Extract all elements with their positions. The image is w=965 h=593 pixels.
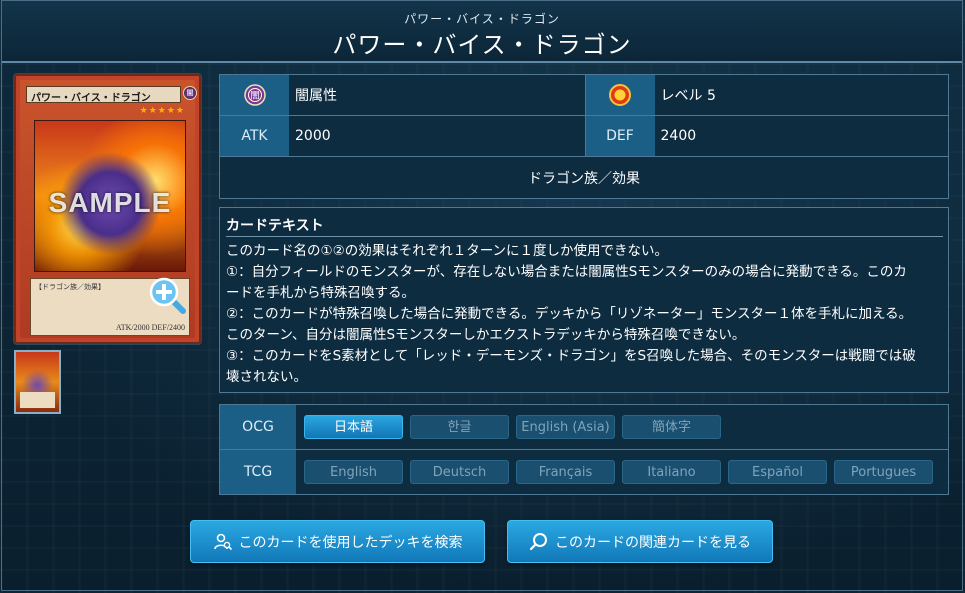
card-text-line: ①：自分フィールドのモンスターが、存在しない場合または闇属性Sモンスターのみの場… [226,264,907,280]
def-cell: DEF 2400 [584,116,948,156]
card-attribute-icon: 闇 [183,86,197,100]
card-name-title: パワー・バイス・ドラゴン [332,31,632,59]
attribute-cell: 闇 闇属性 [220,75,585,115]
dark-attribute-icon: 闇 [243,84,266,106]
info-row-attribute-level: 闇 闇属性 レベル 5 [220,75,948,116]
card-stats-line: ATK/2000 DEF/2400 [115,323,185,332]
lang-button-italiano[interactable]: Italiano [622,460,721,484]
card-text-box: カードテキスト このカード名の①②の効果はそれぞれ１ターンに１度しか使用できない… [219,207,949,393]
lang-button-francais[interactable]: Français [516,460,615,484]
def-value: 2400 [654,116,948,156]
lang-button-english-asia[interactable]: English (Asia) [516,415,615,439]
tcg-language-buttons: English Deutsch Français Italiano Españo… [296,450,948,494]
def-label: DEF [585,116,655,156]
level-label [585,75,655,115]
tcg-label: TCG [220,450,296,494]
card-image[interactable]: パワー・バイス・ドラゴン 闇 ★★★★★ SAMPLE 【ドラゴン族／効果】 A… [14,74,201,344]
atk-label: ATK [220,116,289,156]
card-text-line: 壊されない。 [226,369,307,385]
card-artwork: SAMPLE [34,120,186,272]
zoom-in-icon[interactable] [148,276,186,314]
card-text-line: ③：このカードをS素材として「レッド・デーモンズ・ドラゴン」をS召喚した場合、そ… [226,348,916,364]
info-row-type: ドラゴン族／効果 [220,157,948,198]
related-cards-label: このカードの関連カードを見る [555,534,751,551]
card-image-name: パワー・バイス・ドラゴン [26,86,181,104]
attribute-value: 闇属性 [289,75,585,115]
ocg-language-buttons: 日本語 한글 English (Asia) 簡体字 [296,405,948,449]
card-text-line: ードを手札から特殊召喚する。 [226,285,415,301]
lang-button-simplified-chinese[interactable]: 簡体字 [622,415,721,439]
level-value: レベル 5 [654,75,948,115]
lang-button-espanol[interactable]: Español [728,460,827,484]
info-row-atk-def: ATK 2000 DEF 2400 [220,116,948,157]
attribute-label: 闇 [220,75,289,115]
atk-value: 2000 [289,116,585,156]
ocg-language-row: OCG 日本語 한글 English (Asia) 簡体字 [220,405,948,450]
tcg-language-row: TCG English Deutsch Français Italiano Es… [220,450,948,494]
thumbnail-text-area [20,392,55,408]
language-selector: OCG 日本語 한글 English (Asia) 簡体字 TCG Englis… [219,404,949,495]
card-thumbnail[interactable] [14,350,61,414]
card-text-line: このターン、自分は闇属性Sモンスターしかエクストラデッキから特殊召喚できない。 [226,327,746,343]
card-text-line: このカード名の①②の効果はそれぞれ１ターンに１度しか使用できない。 [226,243,669,259]
lang-button-japanese[interactable]: 日本語 [304,415,403,439]
card-text-line: ②：このカードが特殊召喚した場合に発動できる。デッキから「リゾネーター」モンスタ… [226,306,913,322]
ocg-label: OCG [220,405,296,449]
card-info-table: 闇 闇属性 レベル 5 ATK 2000 DEF 2400 ドラゴン族／効果 [219,74,949,199]
lang-button-english[interactable]: English [304,460,403,484]
lang-button-deutsch[interactable]: Deutsch [410,460,509,484]
card-text-heading: カードテキスト [226,215,943,237]
monster-type-value: ドラゴン族／効果 [220,157,948,198]
atk-cell: ATK 2000 [220,116,585,156]
lang-button-portugues[interactable]: Portugues [834,460,933,484]
deck-search-button[interactable]: このカードを使用したデッキを検索 [190,520,485,563]
level-cell: レベル 5 [584,75,948,115]
card-type-line: 【ドラゴン族／効果】 [35,283,105,291]
search-icon [529,532,547,550]
related-cards-button[interactable]: このカードの関連カードを見る [507,520,773,563]
person-search-icon [213,533,232,550]
sample-watermark: SAMPLE [48,187,172,218]
card-level-stars: ★★★★★ [139,106,185,116]
card-text-body: このカード名の①②の効果はそれぞれ１ターンに１度しか使用できない。 ①：自分フィ… [226,241,946,388]
card-header: パワー・バイス・ドラゴン パワー・バイス・ドラゴン [2,1,962,63]
svg-text:闇: 闇 [250,91,259,102]
deck-search-label: このカードを使用したデッキを検索 [238,534,463,551]
level-star-icon [609,84,631,106]
lang-button-korean[interactable]: 한글 [410,415,509,439]
